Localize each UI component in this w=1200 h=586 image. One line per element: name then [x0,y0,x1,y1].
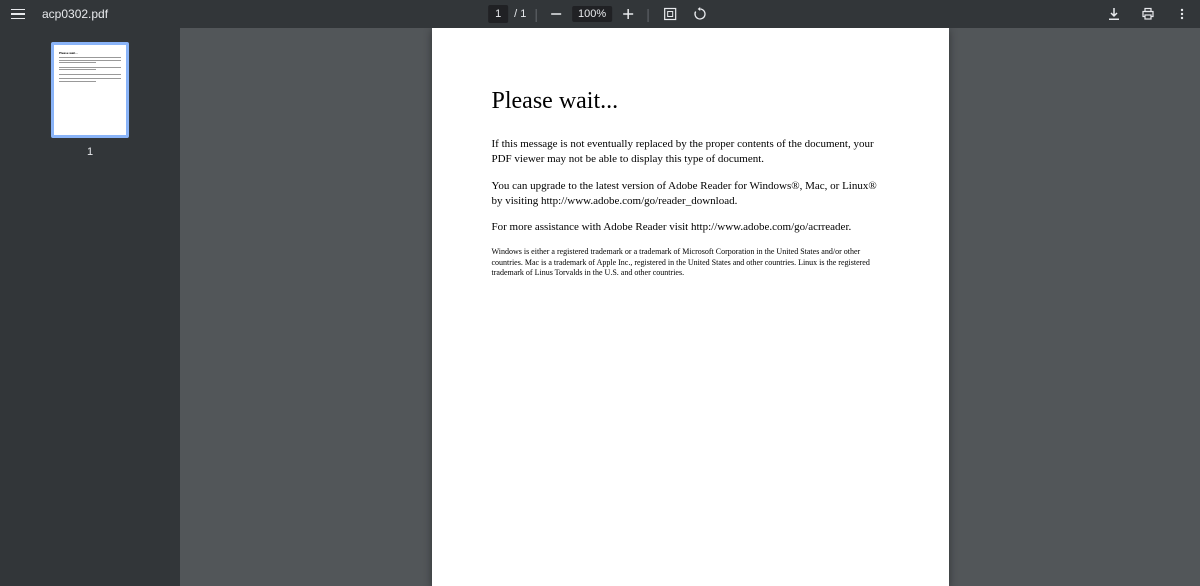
document-paragraph-3: For more assistance with Adobe Reader vi… [492,220,889,235]
toolbar-center: / 1 | 100% | [488,2,712,26]
thumbnail-page-number: 1 [87,146,93,158]
thumbnail-sidebar: Please wait... 1 [0,28,180,586]
thumbnail-selected[interactable]: Please wait... [51,42,129,138]
plus-icon [622,8,634,20]
rotate-button[interactable] [688,2,712,26]
print-icon [1141,7,1155,21]
fit-page-icon [663,7,677,21]
main-area: Please wait... 1 Please wait... [0,28,1200,586]
download-icon [1107,7,1121,21]
more-vertical-icon [1175,7,1189,21]
menu-button[interactable] [6,2,30,26]
page-total-label: / 1 [514,8,526,20]
download-button[interactable] [1102,2,1126,26]
pdf-page: Please wait... If this message is not ev… [432,28,949,586]
thumbnail-page-1: Please wait... [54,45,126,135]
more-options-button[interactable] [1170,2,1194,26]
toolbar: acp0302.pdf / 1 | 100% | [0,0,1200,28]
zoom-out-button[interactable] [546,4,566,24]
document-paragraph-1: If this message is not eventually replac… [492,137,889,167]
toolbar-right [1102,2,1194,26]
document-heading: Please wait... [492,88,889,115]
content-area[interactable]: Please wait... If this message is not ev… [180,28,1200,586]
rotate-icon [693,7,707,21]
toolbar-left: acp0302.pdf [6,2,108,26]
minus-icon [550,8,562,20]
menu-icon [11,9,25,20]
print-button[interactable] [1136,2,1160,26]
document-footnote: Windows is either a registered trademark… [492,247,889,278]
divider: | [532,6,540,22]
filename-label: acp0302.pdf [42,7,108,21]
zoom-in-button[interactable] [618,4,638,24]
fit-to-page-button[interactable] [658,2,682,26]
page-number-input[interactable] [488,5,508,23]
zoom-level-label: 100% [572,6,612,22]
document-paragraph-2: You can upgrade to the latest version of… [492,179,889,209]
divider: | [644,6,652,22]
